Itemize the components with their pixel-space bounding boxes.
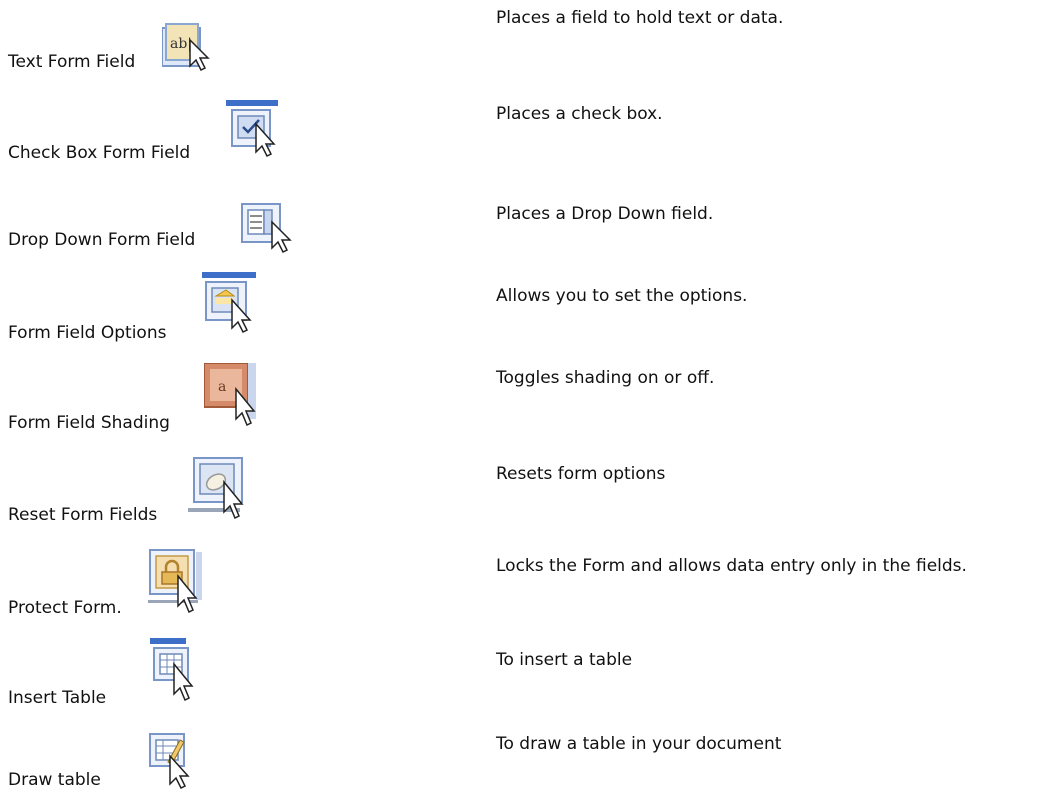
item-name: Text Form Field (8, 52, 136, 72)
text-form-field-icon: ab| (162, 22, 212, 74)
item-name: Protect Form. (8, 598, 122, 618)
check-box-form-field-icon (226, 100, 278, 158)
item-description: Places a check box. (496, 104, 663, 124)
item-name: Draw table (8, 770, 101, 790)
item-name: Insert Table (8, 688, 107, 708)
form-field-shading-icon: a (204, 363, 256, 427)
item-name: Form Field Shading (8, 413, 170, 433)
item-description: Places a Drop Down field. (496, 204, 714, 224)
item-description: To draw a table in your document (496, 734, 782, 754)
draw-table-icon (146, 732, 196, 790)
item-name: Check Box Form Field (8, 143, 191, 163)
item-description: To insert a table (496, 650, 633, 670)
svg-text:a: a (218, 379, 226, 395)
item-description: Places a field to hold text or data. (496, 8, 784, 28)
form-field-options-icon (202, 272, 256, 334)
item-description: Locks the Form and allows data entry onl… (496, 556, 967, 576)
protect-form-icon (148, 548, 202, 614)
text-form-field-glyph: ab| (170, 36, 192, 52)
insert-table-icon (150, 638, 200, 702)
item-description: Resets form options (496, 464, 666, 484)
item-name: Drop Down Form Field (8, 230, 196, 250)
drop-down-form-field-icon (240, 200, 292, 254)
reset-form-fields-icon (188, 456, 244, 520)
item-description: Allows you to set the options. (496, 286, 748, 306)
item-name: Reset Form Fields (8, 505, 158, 525)
item-name: Form Field Options (8, 323, 167, 343)
item-description: Toggles shading on or off. (496, 368, 715, 388)
